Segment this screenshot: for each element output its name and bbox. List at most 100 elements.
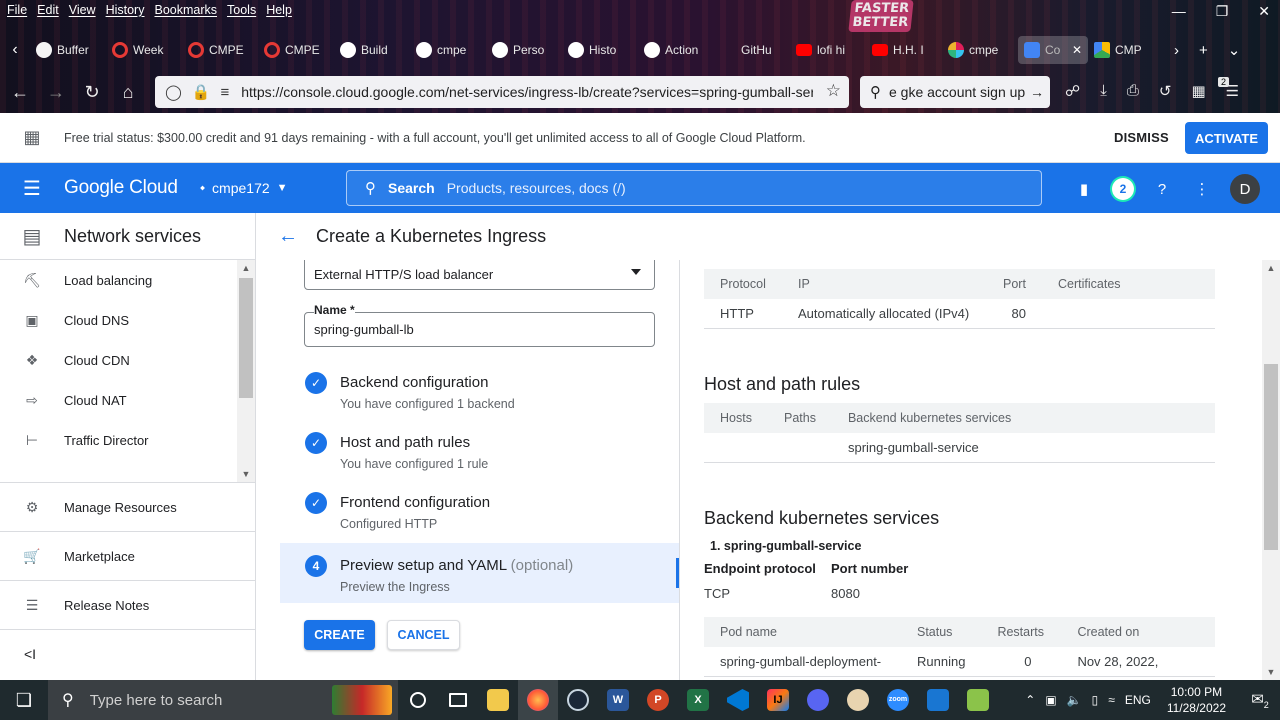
restore-icon[interactable]: ❐ (1216, 3, 1229, 20)
tab-week[interactable]: Week (106, 36, 182, 64)
tab-buffer[interactable]: Buffer (30, 36, 106, 64)
minimize-icon[interactable]: — (1172, 3, 1186, 20)
back-arrow-icon[interactable]: ← (2, 82, 38, 103)
load-balancer-type-select[interactable]: External HTTP/S load balancer (304, 260, 655, 290)
scroll-down-icon[interactable]: ▼ (237, 466, 255, 482)
print-icon[interactable]: ⎙ (1127, 82, 1139, 100)
paint-icon[interactable] (838, 680, 878, 720)
google-cloud-logo[interactable]: Google Cloud (64, 177, 178, 199)
file-explorer-icon[interactable] (478, 680, 518, 720)
url-text[interactable]: https://console.cloud.google.com/net-ser… (241, 84, 813, 100)
tab-hh[interactable]: H.H. I (866, 36, 942, 64)
browser-search-text[interactable]: e gke account sign up (889, 84, 1029, 100)
menu-tools[interactable]: Tools (224, 0, 263, 22)
sidebar-item-release-notes[interactable]: ☰ Release Notes (0, 580, 255, 629)
zoom-icon[interactable]: zoom (878, 680, 918, 720)
word-icon[interactable]: W (598, 680, 638, 720)
sidebar-item-cloud-nat[interactable]: ⇨ Cloud NAT (0, 380, 255, 420)
extension-icon[interactable]: ▦ (1191, 82, 1205, 100)
tab-perso[interactable]: Perso (486, 36, 562, 64)
excel-icon[interactable]: X (678, 680, 718, 720)
task-view-icon[interactable] (438, 680, 478, 720)
battery-icon[interactable]: ▯ (1092, 693, 1099, 707)
dismiss-button[interactable]: DISMISS (1114, 130, 1169, 145)
forward-arrow-icon[interactable]: → (38, 82, 74, 103)
scrollbar-thumb[interactable] (239, 278, 253, 398)
scroll-down-icon[interactable]: ▼ (1262, 664, 1280, 680)
notepad-icon[interactable] (958, 680, 998, 720)
sidebar-item-traffic-director[interactable]: ⊢ Traffic Director (0, 420, 255, 460)
tray-overflow-icon[interactable]: ⌃ (1025, 693, 1035, 707)
lock-icon[interactable]: 🔒 (192, 83, 211, 101)
step-preview-yaml[interactable]: 4 Preview setup and YAML (optional) Prev… (280, 543, 679, 603)
windows-start-icon[interactable]: ❏ (0, 690, 48, 711)
menu-bookmarks[interactable]: Bookmarks (151, 0, 224, 22)
tab-drive-cmp[interactable]: CMP (1088, 36, 1164, 64)
collapse-sidebar-button[interactable]: <I (0, 629, 255, 678)
tab-cmpe-2[interactable]: CMPE (258, 36, 334, 64)
menu-history[interactable]: History (103, 0, 152, 22)
more-options-icon[interactable]: ⋮ (1190, 177, 1214, 201)
go-arrow-icon[interactable]: → (1030, 84, 1044, 100)
discord-icon[interactable] (798, 680, 838, 720)
cortana-icon[interactable] (398, 680, 438, 720)
shield-icon[interactable]: ◯ (165, 83, 182, 101)
console-search-bar[interactable]: ⚲ Search Products, resources, docs (/) (346, 170, 1042, 206)
tab-cmpe-3[interactable]: cmpe (410, 36, 486, 64)
action-center-icon[interactable]: ✉2 (1240, 690, 1280, 710)
step-frontend-configuration[interactable]: ✓ Frontend configuration Configured HTTP (280, 480, 679, 540)
tab-histo[interactable]: Histo (562, 36, 638, 64)
name-input[interactable]: spring-gumball-lb (304, 312, 655, 347)
sidebar-item-manage-resources[interactable]: ⚙ Manage Resources (0, 482, 255, 531)
address-bar[interactable]: ◯ 🔒 ≡ https://console.cloud.google.com/n… (155, 76, 849, 108)
reload-icon[interactable]: ↻ (74, 82, 110, 103)
cloud-shell-icon[interactable]: ▮ (1072, 177, 1096, 201)
menu-help[interactable]: Help (263, 0, 299, 22)
scrollbar-thumb[interactable] (1264, 364, 1278, 550)
powerpoint-icon[interactable]: P (638, 680, 678, 720)
meet-now-icon[interactable]: ▣ (1045, 693, 1056, 707)
step-host-path-rules[interactable]: ✓ Host and path rules You have configure… (280, 420, 679, 480)
tab-slack-cmpe[interactable]: cmpe (942, 36, 1018, 64)
close-window-icon[interactable]: ✕ (1258, 3, 1270, 20)
avatar[interactable]: D (1230, 174, 1260, 204)
firefox-icon[interactable] (518, 680, 558, 720)
steam-icon[interactable] (558, 680, 598, 720)
browser-search-bar[interactable]: ⚲ e gke account sign up → (860, 76, 1050, 108)
tab-lofi[interactable]: lofi hi (790, 36, 866, 64)
photos-icon[interactable] (918, 680, 958, 720)
tabs-scroll-right-icon[interactable]: › (1174, 42, 1179, 59)
intellij-icon[interactable]: IJ (758, 680, 798, 720)
back-arrow-icon[interactable]: ← (260, 225, 316, 248)
menu-edit[interactable]: Edit (34, 0, 66, 22)
sidebar-item-cloud-dns[interactable]: ▣ Cloud DNS (0, 300, 255, 340)
main-scrollbar[interactable]: ▲ ▼ (1262, 260, 1280, 680)
tab-cmpe-1[interactable]: CMPE (182, 36, 258, 64)
list-all-tabs-icon[interactable]: ⌄ (1228, 41, 1241, 59)
bookmark-star-icon[interactable]: ☆ (826, 81, 841, 101)
tab-google-cloud-active[interactable]: Co ✕ (1018, 36, 1088, 64)
create-button[interactable]: CREATE (304, 620, 375, 650)
downloads-icon[interactable]: ⤓ (1100, 82, 1107, 100)
tab-action[interactable]: Action (638, 36, 714, 64)
volume-icon[interactable]: 🔈 (1067, 693, 1082, 707)
cancel-button[interactable]: CANCEL (387, 620, 460, 650)
menu-view[interactable]: View (66, 0, 103, 22)
tab-build[interactable]: Build (334, 36, 410, 64)
navigation-menu-icon[interactable]: ☰ (0, 176, 64, 201)
tab-github[interactable]: GitHu (714, 36, 790, 64)
permissions-icon[interactable]: ≡ (220, 84, 229, 101)
sidebar-item-cloud-cdn[interactable]: ❖ Cloud CDN (0, 340, 255, 380)
scroll-up-icon[interactable]: ▲ (1262, 260, 1280, 276)
new-tab-icon[interactable]: + (1199, 42, 1208, 59)
home-icon[interactable]: ⌂ (110, 82, 146, 103)
sidebar-scrollbar[interactable]: ▲ ▼ (237, 260, 255, 482)
language-indicator[interactable]: ENG (1125, 693, 1151, 707)
taskbar-search[interactable]: ⚲ Type here to search (48, 680, 398, 720)
step-backend-configuration[interactable]: ✓ Backend configuration You have configu… (280, 360, 679, 420)
wifi-icon[interactable]: ≈ (1108, 693, 1115, 707)
notifications-badge[interactable]: 2 (1112, 178, 1134, 200)
activate-button[interactable]: ACTIVATE (1185, 122, 1268, 154)
scroll-up-icon[interactable]: ▲ (237, 260, 255, 276)
history-icon[interactable]: ↺ (1159, 82, 1172, 100)
